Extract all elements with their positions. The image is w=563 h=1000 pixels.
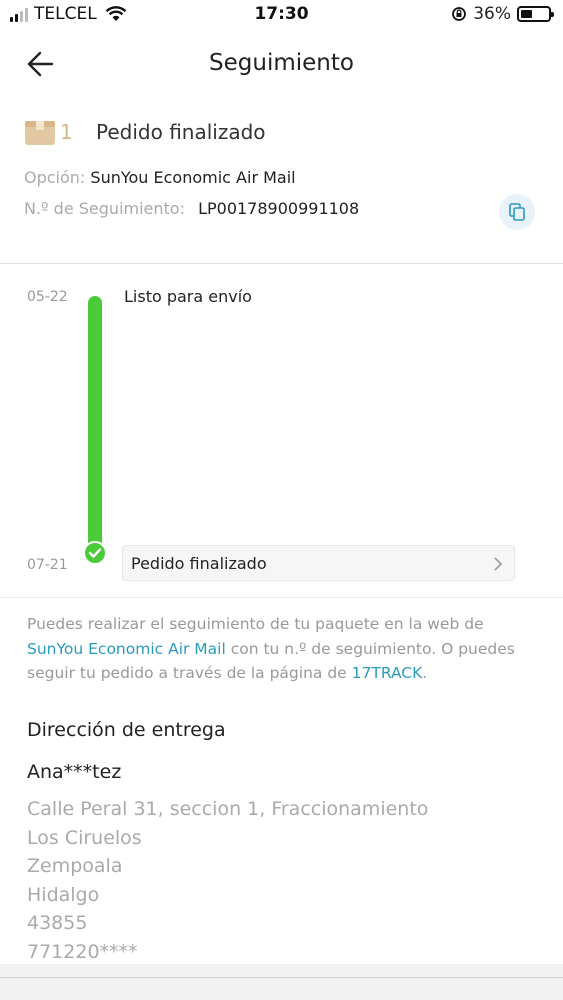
shipping-option-value: SunYou Economic Air Mail [90, 168, 296, 187]
address-line: Los Ciruelos [27, 826, 142, 849]
address-line: Hidalgo [27, 883, 100, 906]
address-line: 771220**** [27, 940, 138, 963]
timeline-event-label: Listo para envío [124, 287, 252, 306]
address-section-title: Dirección de entrega [27, 719, 226, 741]
tracking-number-row: N.º de Seguimiento: LP00178900991108 [24, 199, 359, 218]
info-text: . [422, 664, 428, 682]
address-line: Zempoala [27, 855, 123, 877]
copy-icon [509, 203, 525, 221]
section-divider [0, 263, 563, 264]
battery-percent: 36% [473, 4, 511, 24]
tracking-info-text: Puedes realizar el seguimiento de tu paq… [27, 612, 537, 686]
tracking-number-label: N.º de Seguimiento: [24, 199, 185, 218]
order-header: 1 Pedido finalizado [24, 118, 266, 146]
tracking-number-value: LP00178900991108 [198, 199, 360, 218]
order-status: Pedido finalizado [96, 120, 266, 144]
package-count: 1 [60, 120, 73, 144]
nav-bar: Seguimiento [0, 32, 563, 96]
timeline-event-completed[interactable]: Pedido finalizado [122, 545, 515, 581]
chevron-right-icon [494, 557, 503, 571]
section-divider [0, 597, 563, 598]
rotation-lock-icon [452, 7, 467, 21]
timeline-date: 07-21 [27, 557, 68, 573]
shipping-option-row: Opción: SunYou Economic Air Mail [24, 168, 296, 187]
recipient-name: Ana***tez [27, 761, 122, 783]
shipping-option-label: Opción: [24, 168, 86, 187]
carrier-link[interactable]: SunYou Economic Air Mail [27, 640, 226, 658]
page-title: Seguimiento [209, 50, 354, 76]
battery-icon [517, 6, 554, 22]
bottom-divider [0, 977, 563, 978]
address-line: 43855 [27, 912, 88, 934]
17track-link[interactable]: 17TRACK [352, 664, 423, 682]
timeline-event-label: Pedido finalizado [131, 554, 267, 573]
timeline-progress-line [88, 296, 102, 550]
address-line: Calle Peral 31, seccion 1, Fraccionamien… [27, 798, 429, 820]
checkmark-icon [83, 541, 107, 565]
status-bar: TELCEL 17:30 36% [0, 0, 563, 32]
timeline-date: 05-22 [27, 289, 68, 305]
copy-tracking-button[interactable] [499, 194, 535, 230]
package-icon [25, 121, 55, 145]
address-lines: Calle Peral 31, seccion 1, Fraccionamien… [27, 795, 428, 966]
info-text: Puedes realizar el seguimiento de tu paq… [27, 615, 484, 633]
bottom-bar [0, 964, 563, 1000]
